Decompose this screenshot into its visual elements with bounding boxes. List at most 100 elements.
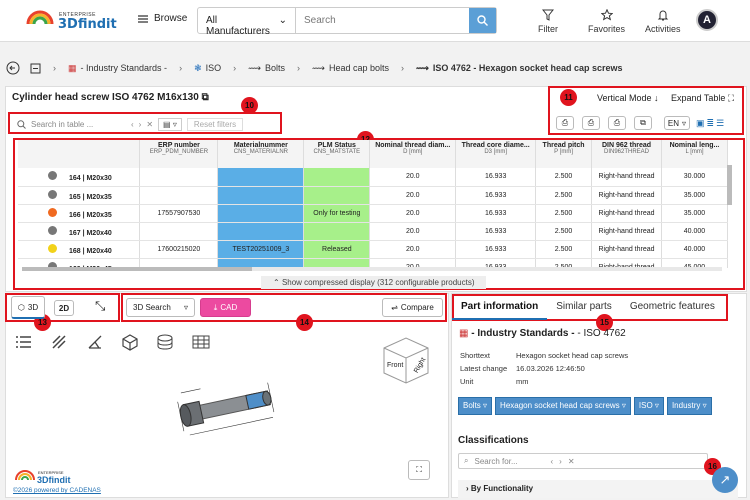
header-title: Nominal leng... xyxy=(669,142,720,149)
favorites-button[interactable]: Favorites xyxy=(588,9,625,34)
breadcrumb-label: ISO 4762 - Hexagon socket head cap screw… xyxy=(432,63,623,73)
bolt-icon: ⟿ xyxy=(312,62,325,73)
table-search-input[interactable]: Search in table ... xyxy=(31,120,126,129)
cad-download-button[interactable]: ⤓ CAD xyxy=(200,298,251,317)
cell-p: 2.500 xyxy=(535,168,593,187)
search-input[interactable]: Search xyxy=(296,8,469,33)
breadcrumb-item-iso[interactable]: ❃ ISO xyxy=(194,63,221,74)
3d-search-label: 3D Search xyxy=(133,303,171,312)
table-row[interactable]: 166 | M20x35 17557907530 Only for testing 2… xyxy=(18,204,728,223)
vertical-mode-button[interactable]: Vertical Mode ↓ xyxy=(597,93,659,103)
next-icon[interactable]: › xyxy=(139,120,142,129)
table-header-cell[interactable]: DIN 962 thread DIN962THREAD xyxy=(591,140,662,168)
view-mode-toggle[interactable]: ▣≣☰ xyxy=(696,118,726,129)
header-subtitle: P [mm] xyxy=(554,149,573,155)
table-header-cell[interactable]: Nominal leng... L [mm] xyxy=(661,140,728,168)
tab-part-information[interactable]: Part information xyxy=(452,295,548,320)
home-icon[interactable] xyxy=(30,63,41,74)
badge-14: 14 xyxy=(296,314,313,331)
cell-thread: Right-hand thread xyxy=(591,186,662,205)
table-scrollbar-thumb[interactable] xyxy=(22,267,252,271)
compressed-display-toggle[interactable]: ⌃ Show compressed display (312 configura… xyxy=(261,276,487,289)
export-button-3[interactable]: ⎙ xyxy=(608,116,626,130)
fit-view-button[interactable]: ⛶ xyxy=(408,460,430,480)
powered-by-link[interactable]: ©2026 powered by CADENAS xyxy=(13,487,101,494)
latest-change-key: Latest change xyxy=(460,364,508,373)
standards-icon: ▦ xyxy=(68,62,77,73)
tag-hexagon[interactable]: Hexagon socket head cap screws ▿ xyxy=(495,397,631,415)
tag-bolts[interactable]: Bolts ▿ xyxy=(458,397,493,415)
table-header-cell[interactable]: Thread core diame... D3 [mm] xyxy=(455,140,537,168)
close-icon[interactable]: ✕ xyxy=(146,120,153,129)
chat-assistant-button[interactable]: ↗ xyxy=(712,467,738,493)
tab-geometric-features[interactable]: Geometric features xyxy=(621,295,724,320)
table-row[interactable]: 167 | M20x40 20.0 16.933 2.500 Right-hand th… xyxy=(18,222,728,241)
compare-button[interactable]: ⇌ Compare xyxy=(382,298,443,317)
table-row[interactable]: 168 | M20x40 17600215020 TEST20251009_3 Rel… xyxy=(18,240,728,259)
close-icon: ✕ xyxy=(567,456,575,466)
search-button[interactable] xyxy=(469,8,496,33)
export-icon: ⎙ xyxy=(613,118,621,127)
language-select[interactable]: EN ▿ xyxy=(664,116,690,130)
tag-industry[interactable]: Industry ▿ xyxy=(666,397,712,415)
3d-search-dropdown[interactable]: 3D Search ▿ xyxy=(126,298,195,317)
by-functionality-row[interactable]: › By Functionality xyxy=(458,480,738,498)
tag-iso[interactable]: ISO ▿ xyxy=(633,397,664,415)
header-title: Materialnummer xyxy=(233,142,288,149)
breadcrumb-item-standards[interactable]: ▦ - Industry Standards - xyxy=(68,63,167,74)
copy-rows-button[interactable]: ⧉ xyxy=(634,116,652,130)
export-button-2[interactable]: ⎙ xyxy=(582,116,600,130)
table-header-cell[interactable]: Thread pitch P [mm] xyxy=(535,140,593,168)
table-header-cell[interactable]: ERP number ERP_PDM_NUMBER xyxy=(139,140,219,168)
filter-button[interactable]: Filter xyxy=(538,9,558,34)
browse-button[interactable]: Browse xyxy=(138,13,187,24)
measure-icon[interactable]: ⤡ xyxy=(95,298,105,314)
table-header-cell[interactable] xyxy=(18,140,141,168)
activities-button[interactable]: Activities xyxy=(645,9,681,34)
cell-thread: Right-hand thread xyxy=(591,222,662,241)
cell-d: 20.0 xyxy=(369,186,457,205)
iso-icon: ❃ xyxy=(194,62,202,73)
cell-l: 35.000 xyxy=(661,204,728,223)
cell-mat: TEST20251009_3 xyxy=(217,240,305,259)
breadcrumb-item-head-cap-bolts[interactable]: ⟿ Head cap bolts xyxy=(312,63,389,74)
table-header-cell[interactable]: Nominal thread diam... D [mm] xyxy=(369,140,457,168)
breadcrumb-item-bolts[interactable]: ⟿ Bolts xyxy=(248,63,285,74)
table-icon[interactable] xyxy=(192,333,210,351)
tab-3d[interactable]: ⬡ 3D xyxy=(11,296,45,319)
cell-d3: 16.933 xyxy=(455,222,537,241)
bell-icon xyxy=(657,10,668,21)
table-row[interactable]: 165 | M20x35 20.0 16.933 2.500 Right-hand th… xyxy=(18,186,728,205)
arrow-down-icon: ↓ xyxy=(654,93,659,103)
cell-mat xyxy=(217,222,305,241)
cell-p: 2.500 xyxy=(535,204,593,223)
table-header-cell[interactable]: PLM Status CNS_MATSTATE xyxy=(303,140,371,168)
back-icon[interactable] xyxy=(6,61,20,75)
table-row[interactable]: 164 | M20x30 20.0 16.933 2.500 Right-hand th… xyxy=(18,168,728,187)
logo-text[interactable]: 3Dfindit xyxy=(58,17,117,32)
cube-view-icon[interactable] xyxy=(121,333,139,351)
layers-icon[interactable] xyxy=(156,333,174,351)
status-dot xyxy=(48,207,57,217)
expand-table-button[interactable]: Expand Table ⛶ xyxy=(671,93,734,104)
texture-icon[interactable] xyxy=(50,333,68,351)
tab-2d[interactable]: 2D xyxy=(54,300,74,316)
compressed-label: Show compressed display (312 configurabl… xyxy=(281,278,475,287)
measure-angle-icon[interactable] xyxy=(86,333,104,351)
vertical-scrollbar[interactable] xyxy=(727,165,732,205)
reset-filters-button[interactable]: Reset filters xyxy=(186,117,244,131)
table-header-cell[interactable]: Materialnummer CNS_MATERIALNR xyxy=(217,140,305,168)
copy-icon[interactable]: ⧉ xyxy=(202,92,209,103)
manufacturer-dropdown[interactable]: All Manufacturers ⌄ xyxy=(198,8,296,37)
prev-icon[interactable]: ‹ xyxy=(131,120,134,129)
classification-search[interactable]: ⌕ Search for... ‹ › ✕ xyxy=(458,453,708,469)
avatar[interactable]: A xyxy=(696,9,718,31)
classification-search-input: Search for... xyxy=(474,456,518,466)
list-icon[interactable] xyxy=(15,333,33,351)
top-bar: ENTERPRISE 3Dfindit Browse All Manufactu… xyxy=(0,0,750,42)
export-button-1[interactable]: ⎙ xyxy=(556,116,574,130)
send-icon: ↗ xyxy=(719,472,731,487)
screw-3d-model[interactable] xyxy=(160,370,310,445)
column-selector-button[interactable]: ▤ ▿ xyxy=(158,117,182,131)
tab-similar-parts[interactable]: Similar parts xyxy=(547,295,621,320)
